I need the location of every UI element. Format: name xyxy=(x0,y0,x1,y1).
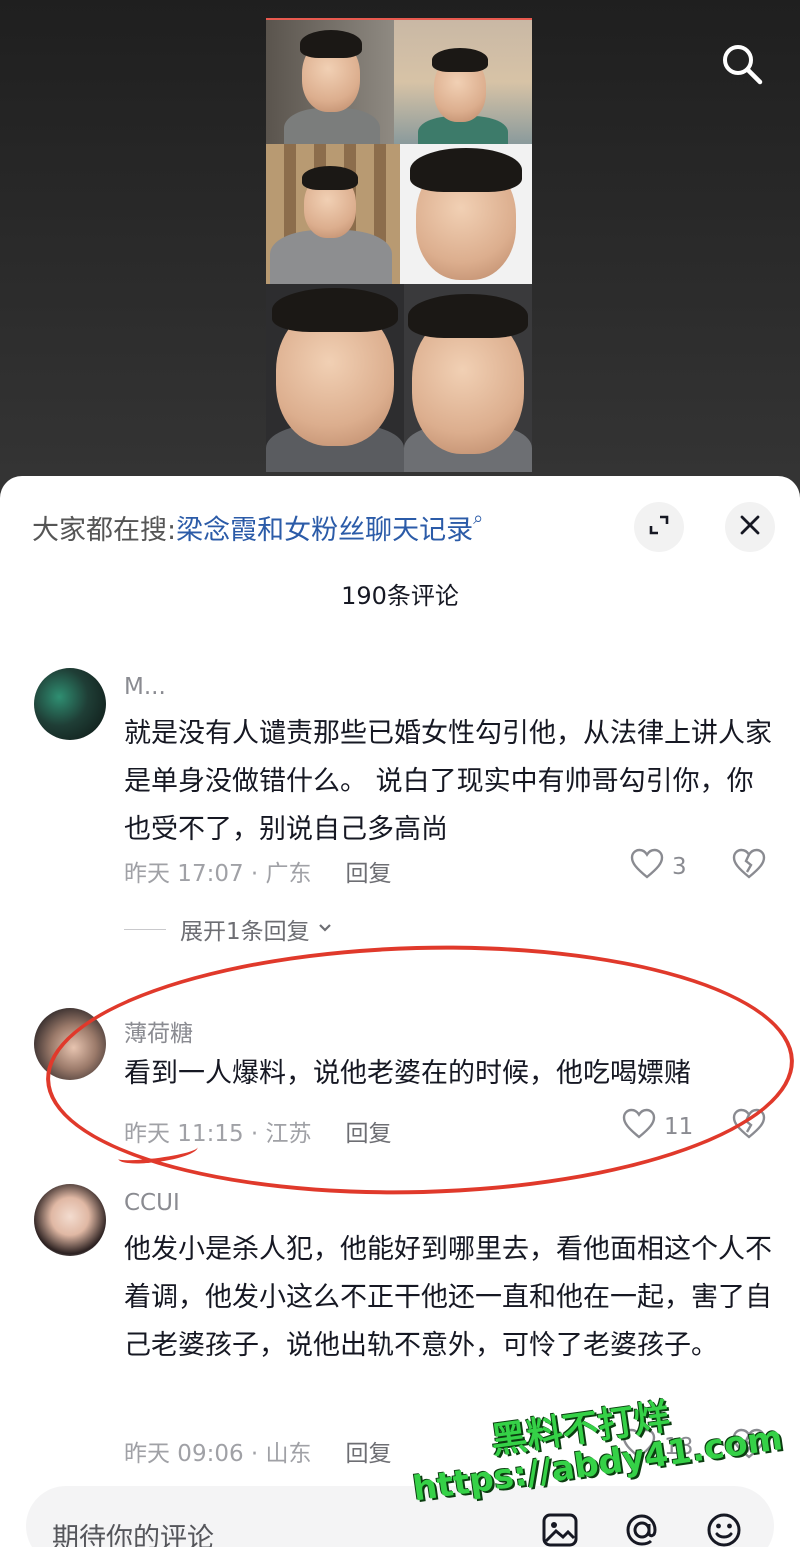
chevron-down-icon xyxy=(316,916,334,942)
trending-search[interactable]: 大家都在搜:梁念霞和女粉丝聊天记录⌕ xyxy=(32,508,483,547)
comment-meta: 昨天 09:06 · 山东 回复 xyxy=(124,1434,392,1468)
expand-button[interactable] xyxy=(634,502,684,552)
comment-input[interactable]: 期待你的评论 xyxy=(52,1516,214,1547)
expand-replies-button[interactable]: 展开1条回复 xyxy=(124,912,334,946)
video-player[interactable] xyxy=(0,0,800,500)
dislike-button[interactable] xyxy=(732,848,766,884)
video-thumbnail xyxy=(266,20,394,144)
video-thumbnail xyxy=(266,144,400,284)
comment-time-location: 昨天 17:07 · 广东 xyxy=(124,861,312,887)
video-thumbnail xyxy=(394,20,532,144)
expand-icon xyxy=(647,513,671,541)
avatar[interactable] xyxy=(34,1184,106,1256)
comment-username[interactable]: CCUI xyxy=(124,1190,180,1216)
video-thumbnail xyxy=(266,284,404,472)
comment-count: 190条评论 xyxy=(341,582,459,610)
reply-button[interactable]: 回复 xyxy=(346,1441,392,1467)
reply-button[interactable]: 回复 xyxy=(346,861,392,887)
close-icon xyxy=(738,513,762,541)
trending-search-prefix: 大家都在搜: xyxy=(32,515,177,546)
search-small-icon: ⌕ xyxy=(473,508,484,529)
comment-meta: 昨天 17:07 · 广东 回复 xyxy=(124,854,392,888)
expand-replies-label: 展开1条回复 xyxy=(180,919,310,945)
comment-text: 就是没有人谴责那些已婚女性勾引他，从法律上讲人家是单身没做错什么。 说白了现实中… xyxy=(124,718,772,845)
comment-time-location: 昨天 09:06 · 山东 xyxy=(124,1441,312,1467)
video-thumbnail xyxy=(400,144,532,284)
video-frame-collage xyxy=(266,18,532,472)
comment-text: 他发小是杀人犯，他能好到哪里去，看他面相这个人不着调，他发小这么不正干他还一直和… xyxy=(124,1234,772,1361)
comment-username[interactable]: M... xyxy=(124,674,166,700)
divider xyxy=(124,928,166,930)
avatar[interactable] xyxy=(34,668,106,740)
video-thumbnail xyxy=(404,284,532,472)
comment-item: M... 就是没有人谴责那些已婚女性勾引他，从法律上讲人家是单身没做错什么。 说… xyxy=(0,664,800,945)
heart-icon xyxy=(630,848,664,886)
like-count: 3 xyxy=(672,854,687,880)
like-button[interactable]: 3 xyxy=(630,848,687,886)
search-icon xyxy=(720,42,764,90)
close-button[interactable] xyxy=(725,502,775,552)
trending-search-link[interactable]: 梁念霞和女粉丝聊天记录 xyxy=(176,515,473,546)
highlight-circle xyxy=(42,936,798,1204)
search-button[interactable] xyxy=(712,36,772,96)
broken-heart-icon xyxy=(732,848,766,884)
